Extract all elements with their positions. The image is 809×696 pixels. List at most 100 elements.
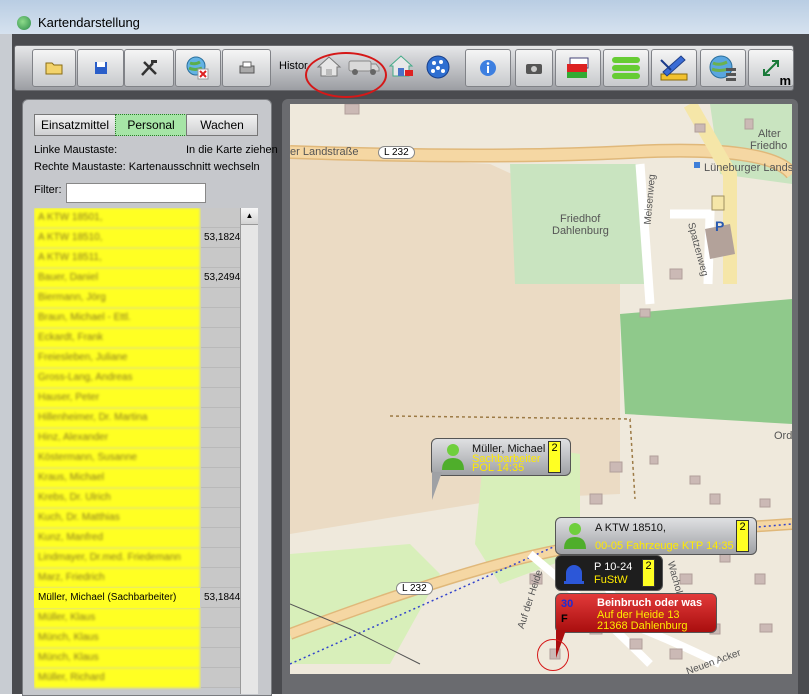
personnel-coordinate: 53,1844 [201, 588, 240, 608]
layers-icon [567, 57, 589, 78]
list-item[interactable]: Biermann, Jörg [34, 288, 240, 308]
personnel-name: Marz, Friedrich [34, 568, 200, 588]
list-item[interactable]: Münch, Klaus [34, 628, 240, 648]
list-item[interactable]: Münch, Klaus [34, 648, 240, 668]
personnel-coordinate [201, 348, 240, 368]
list-item[interactable]: Hillenheimer, Dr. Martina [34, 408, 240, 428]
personnel-coordinate [201, 408, 240, 428]
filter-input[interactable] [66, 183, 206, 203]
list-item[interactable]: Müller, Michael (Sachbarbeiter) 53,1844 [34, 588, 240, 608]
panel-tabs: Einsatzmittel Personal Wachen [34, 114, 259, 136]
personnel-coordinate [201, 508, 240, 528]
vehicle-marker-ktw[interactable]: A KTW 18510, 00-05 Fahrzeuge KTP 14:35 2 [555, 517, 757, 555]
tab-personal[interactable]: Personal [115, 114, 188, 136]
layers-button[interactable] [555, 49, 601, 87]
tools-icon [141, 60, 157, 76]
list-item[interactable]: A KTW 18501, [34, 208, 240, 228]
pencil-ruler-button[interactable] [651, 49, 697, 87]
personnel-coordinate [201, 388, 240, 408]
marker-count-badge: 2 [548, 441, 561, 473]
measure-button[interactable]: m [748, 49, 794, 88]
list-item[interactable]: Eckardt, Frank [34, 328, 240, 348]
list-item[interactable]: Kuch, Dr. Matthias [34, 508, 240, 528]
list-item[interactable]: Köstermann, Susanne [34, 448, 240, 468]
scroll-up-icon[interactable]: ▲ [241, 208, 258, 225]
personnel-coordinate [201, 528, 240, 548]
open-folder-button[interactable] [32, 49, 76, 87]
siren-icon [564, 565, 584, 584]
home-alert-icon [389, 55, 414, 77]
marker-count-badge: 2 [736, 520, 749, 552]
camera-button[interactable] [515, 49, 553, 87]
person-icon [564, 523, 586, 549]
personnel-coordinate [201, 568, 240, 588]
print-button[interactable] [222, 49, 271, 87]
personnel-name: A KTW 18511, [34, 248, 200, 268]
list-item[interactable]: Gross-Lang, Andreas [34, 368, 240, 388]
map-label-ord: Ord [774, 430, 792, 442]
personnel-coordinate [201, 608, 240, 628]
list-item[interactable]: Lindmayer, Dr.med. Friedemann [34, 548, 240, 568]
road-shield-l232-bottom: L 232 [396, 582, 433, 595]
tools-button[interactable] [124, 49, 174, 87]
globe-delete-button[interactable] [175, 49, 221, 87]
tab-wachen[interactable]: Wachen [186, 114, 259, 136]
list-item[interactable]: Braun, Michael - Ettl. [34, 308, 240, 328]
personnel-name: Lindmayer, Dr.med. Friedemann [34, 548, 200, 568]
marker-count-badge: 2 [642, 559, 655, 587]
info-button[interactable] [465, 49, 511, 87]
personnel-coordinate [201, 288, 240, 308]
vehicle-marker-police[interactable]: P 10-24 FuStW 2 [555, 555, 663, 591]
history-label: Histor [279, 60, 308, 72]
personnel-name: Kuch, Dr. Matthias [34, 508, 200, 528]
globe-list-button[interactable] [700, 49, 746, 87]
personnel-name: Münch, Klaus [34, 628, 200, 648]
personnel-name: Freiesleben, Juliane [34, 348, 200, 368]
incident-marker[interactable]: 30 F Beinbruch oder was Auf der Heide 13… [555, 593, 717, 633]
list-item[interactable]: Marz, Friedrich [34, 568, 240, 588]
personnel-name: Müller, Richard [34, 668, 200, 688]
marker-name: P 10-24 [594, 561, 633, 573]
application-window: Kartendarstellung Histor m Einsatzmittel… [0, 0, 809, 696]
incident-code: 30 [561, 598, 574, 610]
list-item[interactable]: Hinz, Alexander [34, 428, 240, 448]
tab-einsatzmittel[interactable]: Einsatzmittel [34, 114, 117, 136]
list-item[interactable]: Kunz, Manfred [34, 528, 240, 548]
personnel-name: Müller, Klaus [34, 608, 200, 628]
list-item[interactable]: A KTW 18510, 53,1824 [34, 228, 240, 248]
list-item[interactable]: Freiesleben, Juliane [34, 348, 240, 368]
personnel-coordinate [201, 448, 240, 468]
globe-dots-button[interactable] [419, 49, 457, 85]
forest-area [620, 299, 792, 424]
list-item[interactable]: A KTW 18511, [34, 248, 240, 268]
list-item[interactable]: Hauser, Peter [34, 388, 240, 408]
list-item[interactable]: Krebs, Dr. Ulrich [34, 488, 240, 508]
list-item[interactable]: Müller, Richard [34, 668, 240, 688]
personnel-name: A KTW 18510, [34, 228, 200, 248]
measure-label: m [779, 73, 791, 88]
personnel-coordinate [201, 428, 240, 448]
save-disk-icon [94, 62, 107, 74]
measure-icon [763, 60, 779, 76]
globe-delete-icon [186, 56, 209, 80]
personnel-list: A KTW 18501, A KTW 18510, 53,1824 A KTW 185… [34, 208, 240, 694]
map-svg [290, 104, 792, 674]
save-button[interactable] [77, 49, 124, 87]
list-item[interactable]: Kraus, Michael [34, 468, 240, 488]
marker-pointer [432, 472, 442, 500]
right-mouse-hint: Rechte Maustaste: Kartenausschnitt wechs… [34, 161, 260, 173]
incident-city: 21368 Dahlenburg [597, 620, 688, 632]
map-canvas[interactable]: er Landstraße L 232 Lüneburger Lands Fri… [290, 104, 792, 674]
personnel-marker-mueller[interactable]: Müller, Michael Sachbarbeiter POL 14:35 … [431, 438, 571, 476]
list-item[interactable]: Müller, Klaus [34, 608, 240, 628]
home-alert-button[interactable] [385, 49, 419, 85]
green-bars-button[interactable] [603, 49, 649, 87]
personnel-coordinate [201, 548, 240, 568]
road-label-lueneburger: Lüneburger Lands [704, 162, 792, 174]
left-mouse-action: In die Karte ziehen [186, 144, 278, 156]
list-scrollbar[interactable]: ▲ [240, 208, 258, 694]
list-item[interactable]: Bauer, Daniel 53,2494 [34, 268, 240, 288]
printer-icon [239, 61, 254, 74]
globe-dots-icon [426, 55, 450, 79]
personnel-name: Eckardt, Frank [34, 328, 200, 348]
